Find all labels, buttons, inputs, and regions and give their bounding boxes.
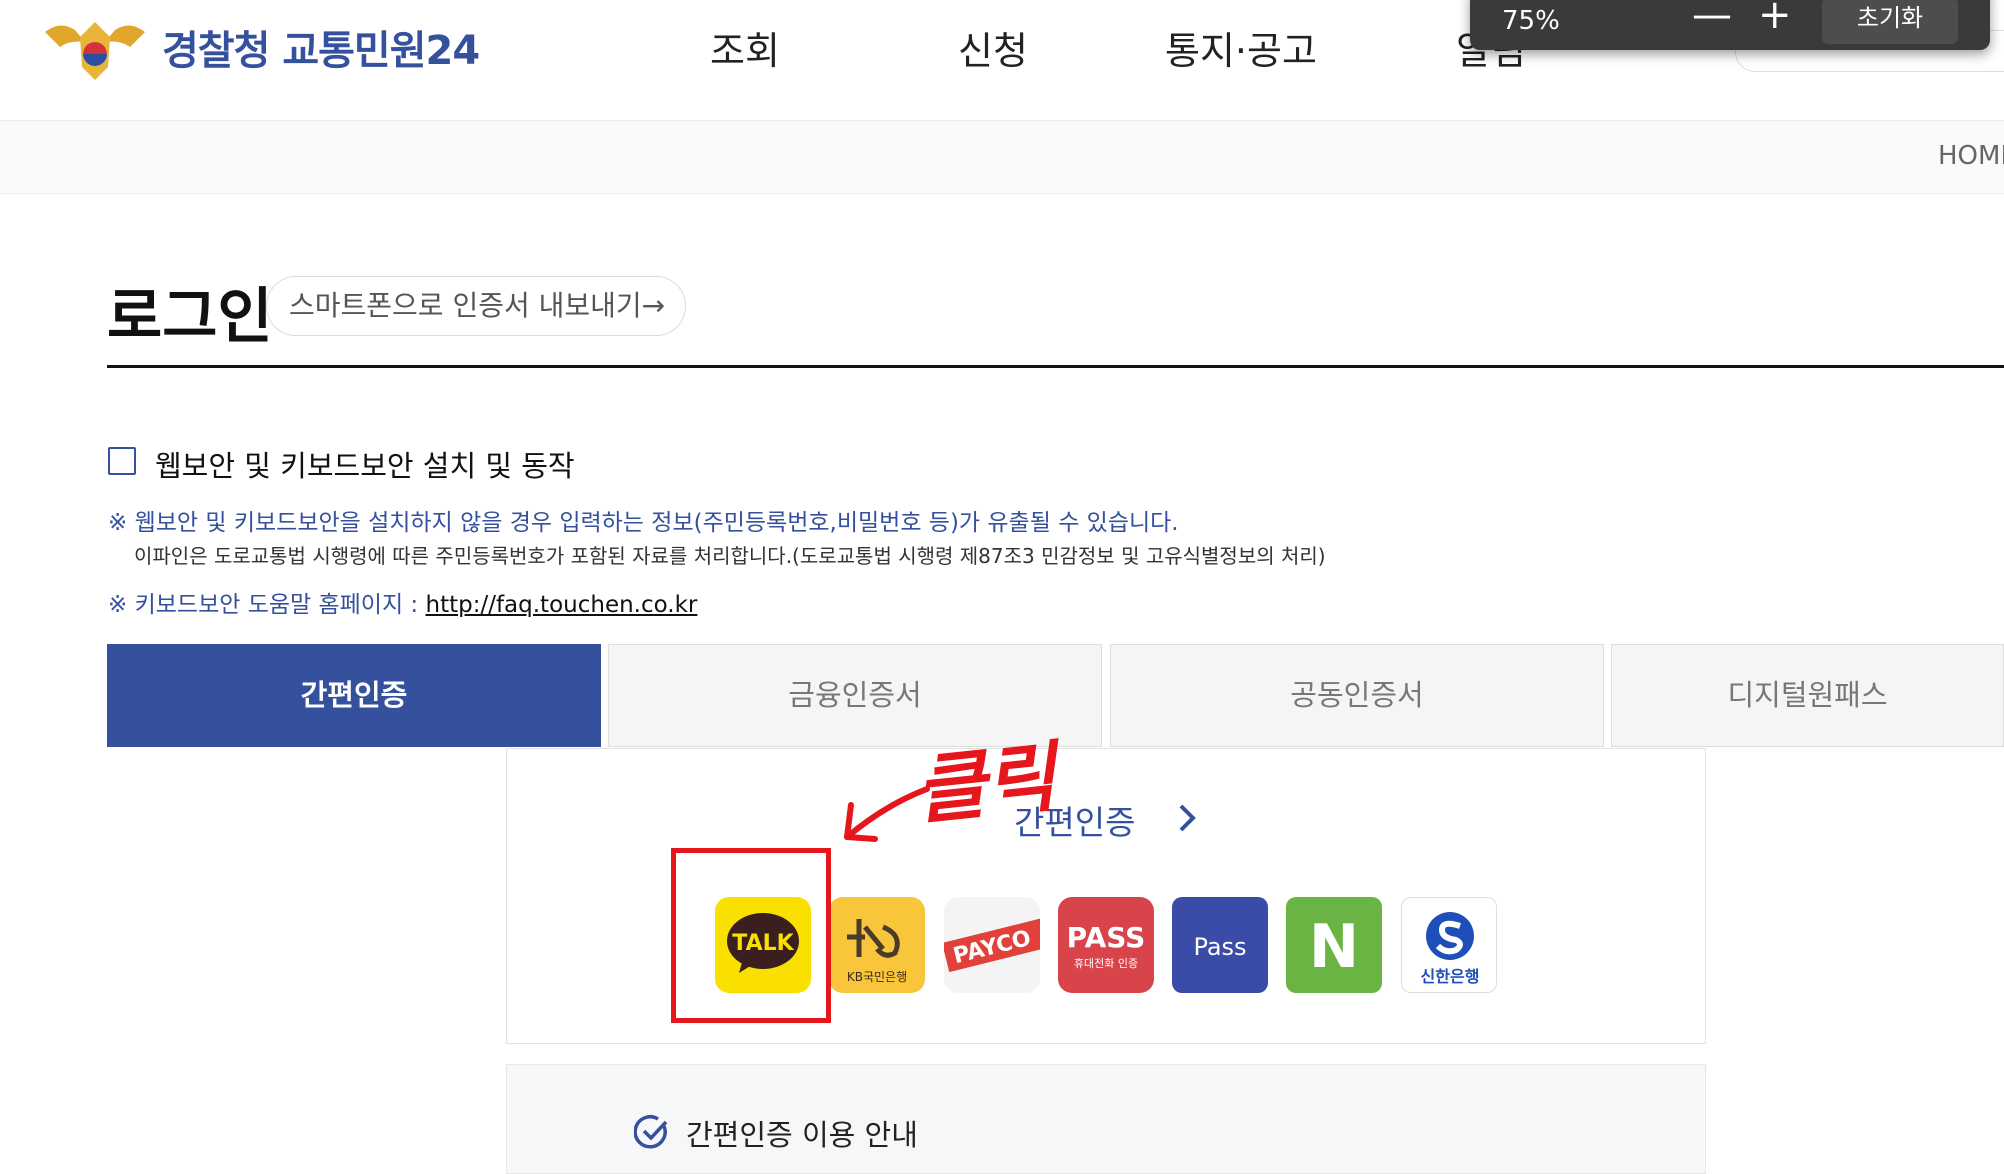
nav-item-notice[interactable]: 통지·공고: [1165, 20, 1317, 75]
police-emblem-icon: [45, 22, 145, 80]
browser-zoom-popup: 75% — + 초기화: [1470, 0, 1990, 50]
zoom-out-button[interactable]: —: [1692, 0, 1732, 38]
pass-sublabel: 휴대전화 인증: [1074, 957, 1138, 970]
keyboard-security-help: ※ 키보드보안 도움말 홈페이지 : http://faq.touchen.co…: [108, 585, 697, 619]
kb-bank-icon: KB국민은행: [829, 897, 925, 993]
help-link[interactable]: http://faq.touchen.co.kr: [426, 592, 698, 618]
privacy-notice: 이파인은 도로교통법 시행령에 따른 주민등록번호가 포함된 자료를 처리합니다…: [134, 544, 1326, 568]
check-circle-icon: [634, 1115, 668, 1149]
security-checkbox-label[interactable]: 웹보안 및 키보드보안 설치 및 동작: [155, 443, 575, 485]
annotation-text: 클릭: [911, 731, 1060, 836]
payco-icon: PAYCO: [944, 897, 1040, 993]
zoom-level: 75%: [1502, 6, 1560, 36]
zoom-reset-button[interactable]: 초기화: [1822, 0, 1958, 44]
pass-bank-auth-button[interactable]: Pass: [1172, 897, 1268, 993]
kb-label: KB국민은행: [847, 969, 907, 984]
kb-auth-button[interactable]: KB국민은행: [829, 897, 925, 993]
pass-mobile-icon: PASS 휴대전화 인증: [1058, 897, 1154, 993]
naver-label: N: [1309, 912, 1359, 982]
tab-joint-certificate[interactable]: 공동인증서: [1110, 644, 1604, 747]
security-notice: ※ 웹보안 및 키보드보안을 설치하지 않을 경우 입력하는 정보(주민등록번호…: [108, 510, 1179, 536]
site-logo[interactable]: 경찰청 교통민원24: [40, 12, 480, 82]
shinhan-bank-icon: 신한은행: [1402, 898, 1496, 992]
export-certificate-button[interactable]: 스마트폰으로 인증서 내보내기→: [266, 276, 686, 336]
help-prefix: ※ 키보드보안 도움말 홈페이지 :: [108, 592, 426, 618]
zoom-in-button[interactable]: +: [1758, 0, 1792, 38]
nav-item-application[interactable]: 신청: [958, 20, 1028, 75]
annotation-highlight-box: [671, 848, 831, 1023]
tab-digital-onepass[interactable]: 디지털원패스: [1611, 644, 2004, 747]
shinhan-auth-button[interactable]: 신한은행: [1401, 897, 1497, 993]
pass-bank-label: Pass: [1193, 933, 1246, 961]
chevron-right-icon[interactable]: [1173, 800, 1203, 836]
breadcrumb-home-link[interactable]: HOME: [1938, 141, 2004, 171]
tab-simple-auth[interactable]: 간편인증: [107, 644, 601, 747]
security-checkbox[interactable]: [108, 447, 136, 475]
page-title: 로그인: [107, 282, 273, 352]
pass-mobile-auth-button[interactable]: PASS 휴대전화 인증: [1058, 897, 1154, 993]
pass-label: PASS: [1067, 921, 1146, 954]
pass-bank-icon: Pass: [1172, 897, 1268, 993]
nav-item-inquiry[interactable]: 조회: [710, 20, 780, 75]
shinhan-label: 신한은행: [1421, 967, 1480, 986]
site-logo-text: 경찰청 교통민원24: [162, 28, 480, 74]
payco-auth-button[interactable]: PAYCO: [944, 897, 1040, 993]
guide-title: 간편인증 이용 안내: [686, 1118, 918, 1152]
naver-icon: N: [1286, 897, 1382, 993]
breadcrumb: [0, 121, 2004, 194]
naver-auth-button[interactable]: N: [1286, 897, 1382, 993]
title-divider: [107, 365, 2004, 368]
